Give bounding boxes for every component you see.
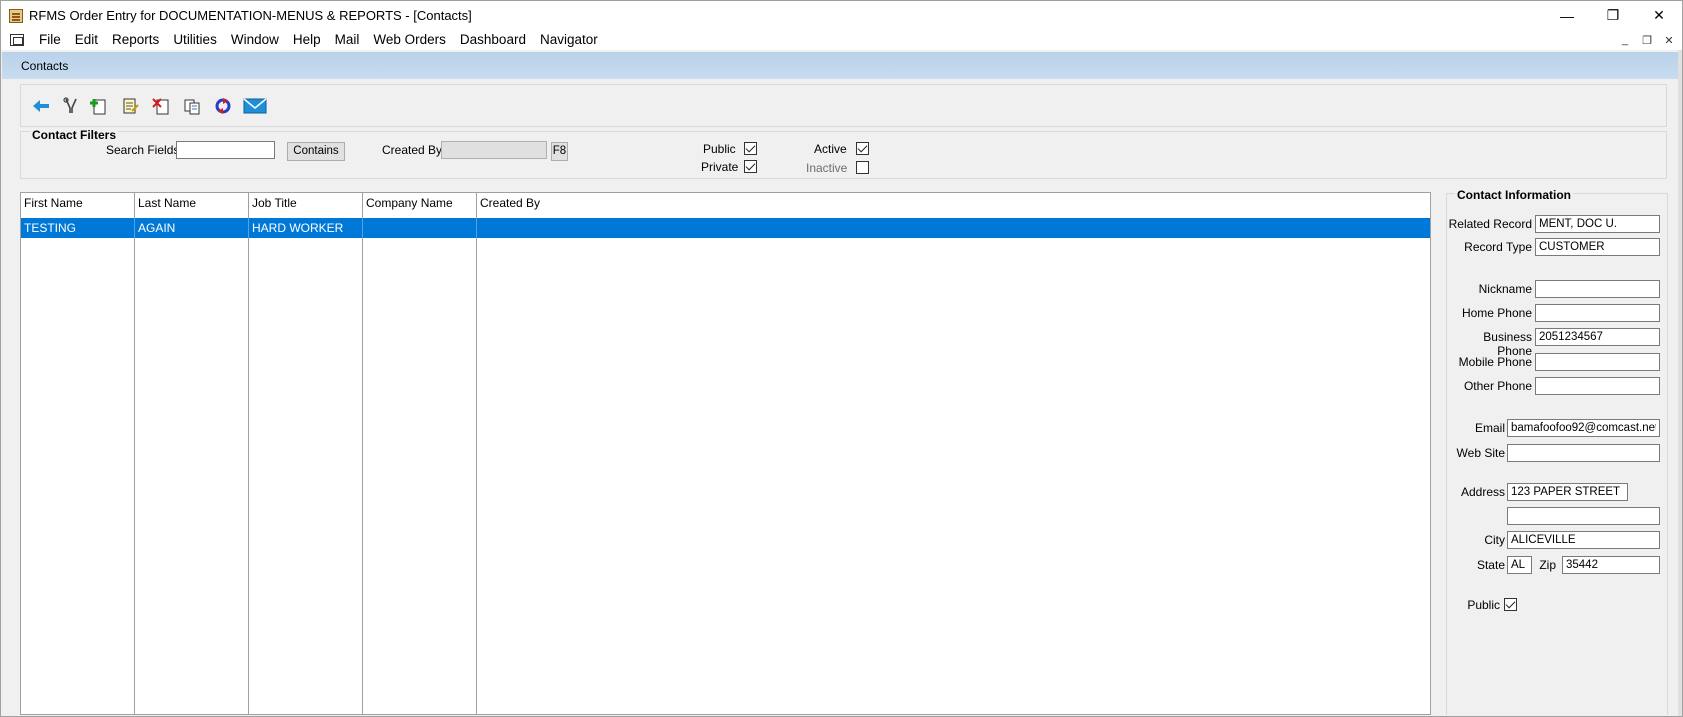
form-caption-bar: Contacts [2, 52, 1682, 79]
created-by-input[interactable] [441, 141, 547, 159]
website-field[interactable] [1507, 444, 1660, 462]
public-filter-label: Public [703, 142, 736, 156]
public-filter-checkbox[interactable] [744, 142, 757, 155]
mdi-close-button[interactable]: ✕ [1658, 34, 1680, 47]
mobile-phone-field[interactable] [1535, 353, 1660, 371]
created-by-label: Created By [382, 143, 443, 157]
public-contact-checkbox[interactable] [1504, 598, 1517, 611]
business-phone-field[interactable] [1535, 328, 1660, 346]
minimize-button[interactable]: — [1544, 1, 1590, 30]
contact-filters-title: Contact Filters [30, 128, 119, 142]
business-phone-label: Business Phone [1483, 330, 1532, 358]
other-phone-field[interactable] [1535, 377, 1660, 395]
menu-window[interactable]: Window [224, 30, 286, 50]
address-label: Address [1460, 485, 1505, 499]
window-title: RFMS Order Entry for DOCUMENTATION-MENUS… [29, 8, 472, 23]
mdi-restore-button[interactable]: ❐ [1636, 34, 1658, 47]
column-header-created-by[interactable]: Created By [477, 193, 677, 213]
search-fields-input[interactable] [176, 141, 275, 159]
home-phone-field[interactable] [1535, 304, 1660, 322]
edit-record-icon[interactable] [120, 96, 140, 116]
toolbar [20, 84, 1667, 127]
contact-information-title: Contact Information [1455, 188, 1573, 202]
menu-dashboard[interactable]: Dashboard [453, 30, 533, 50]
menu-utilities[interactable]: Utilities [166, 30, 224, 50]
menu-file[interactable]: File [32, 30, 68, 50]
cell-company-name[interactable] [363, 218, 477, 238]
window-controls: — ❐ ✕ [1544, 1, 1682, 30]
column-header-last-name[interactable]: Last Name [135, 193, 249, 213]
city-label: City [1484, 533, 1505, 547]
table-row[interactable]: TESTING AGAIN HARD WORKER [21, 218, 1430, 238]
private-filter-checkbox[interactable] [744, 160, 757, 173]
related-record-field[interactable] [1535, 215, 1660, 233]
public-contact-label: Public [1467, 598, 1500, 612]
inactive-filter-label: Inactive [806, 161, 848, 175]
menu-bar: File Edit Reports Utilities Window Help … [1, 30, 1682, 50]
mdi-controls: _ ❐ ✕ [1614, 30, 1680, 50]
app-icon [9, 8, 23, 23]
private-filter-label: Private [701, 160, 739, 174]
state-label: State [1476, 558, 1505, 572]
email-icon[interactable] [243, 96, 267, 116]
delete-record-icon[interactable] [151, 96, 171, 116]
menu-help[interactable]: Help [286, 30, 328, 50]
tools-icon[interactable] [61, 96, 81, 116]
record-type-label: Record Type [1464, 240, 1532, 254]
menu-edit[interactable]: Edit [68, 30, 105, 50]
contains-button[interactable]: Contains [287, 142, 345, 161]
mdi-child-icon[interactable] [10, 34, 24, 46]
menu-reports[interactable]: Reports [105, 30, 166, 50]
column-header-job-title[interactable]: Job Title [249, 193, 363, 213]
form-caption: Contacts [21, 59, 69, 73]
mobile-phone-label: Mobile Phone [1458, 355, 1532, 369]
mdi-minimize-button[interactable]: _ [1614, 34, 1636, 46]
contact-filters-group: Contact Filters Search Fields Contains C… [20, 128, 1667, 179]
other-phone-label: Other Phone [1463, 379, 1532, 393]
record-type-field[interactable] [1535, 238, 1660, 256]
copy-icon[interactable] [182, 96, 202, 116]
home-phone-label: Home Phone [1461, 306, 1532, 320]
menu-mail[interactable]: Mail [328, 30, 367, 50]
active-filter-checkbox[interactable] [856, 142, 869, 155]
add-record-icon[interactable] [88, 96, 108, 116]
contacts-grid[interactable]: First Name Last Name Job Title Company N… [20, 192, 1431, 715]
nickname-label: Nickname [1478, 282, 1532, 296]
app-window: RFMS Order Entry for DOCUMENTATION-MENUS… [0, 0, 1683, 717]
column-header-first-name[interactable]: First Name [21, 193, 135, 213]
title-bar: RFMS Order Entry for DOCUMENTATION-MENUS… [1, 1, 1682, 30]
menu-web-orders[interactable]: Web Orders [366, 30, 453, 50]
related-record-label: Related Record [1448, 217, 1532, 231]
back-arrow-icon[interactable] [31, 96, 51, 116]
address-line1-field[interactable] [1507, 483, 1628, 501]
cell-first-name[interactable]: TESTING [21, 218, 135, 238]
window-edge-scrollbar [1678, 50, 1682, 716]
grid-column-divider [21, 193, 477, 714]
zip-field[interactable] [1562, 556, 1660, 574]
city-field[interactable] [1507, 531, 1660, 549]
close-button[interactable]: ✕ [1636, 1, 1682, 30]
nickname-field[interactable] [1535, 280, 1660, 298]
website-label: Web Site [1456, 446, 1505, 460]
cell-last-name[interactable]: AGAIN [135, 218, 249, 238]
menu-navigator[interactable]: Navigator [533, 30, 605, 50]
state-field[interactable] [1507, 556, 1532, 574]
refresh-icon[interactable] [213, 96, 233, 116]
address-line2-field[interactable] [1507, 507, 1660, 525]
active-filter-label: Active [814, 142, 847, 156]
cell-job-title[interactable]: HARD WORKER [249, 218, 363, 238]
email-label: Email [1474, 421, 1505, 435]
restore-button[interactable]: ❐ [1590, 1, 1636, 30]
cell-created-by[interactable] [477, 218, 1430, 238]
email-field[interactable] [1507, 419, 1660, 437]
search-fields-label: Search Fields [106, 143, 180, 157]
zip-label: Zip [1539, 558, 1556, 572]
f8-lookup-button[interactable]: F8 [551, 142, 568, 161]
column-header-company-name[interactable]: Company Name [363, 193, 477, 213]
inactive-filter-checkbox[interactable] [856, 161, 869, 174]
